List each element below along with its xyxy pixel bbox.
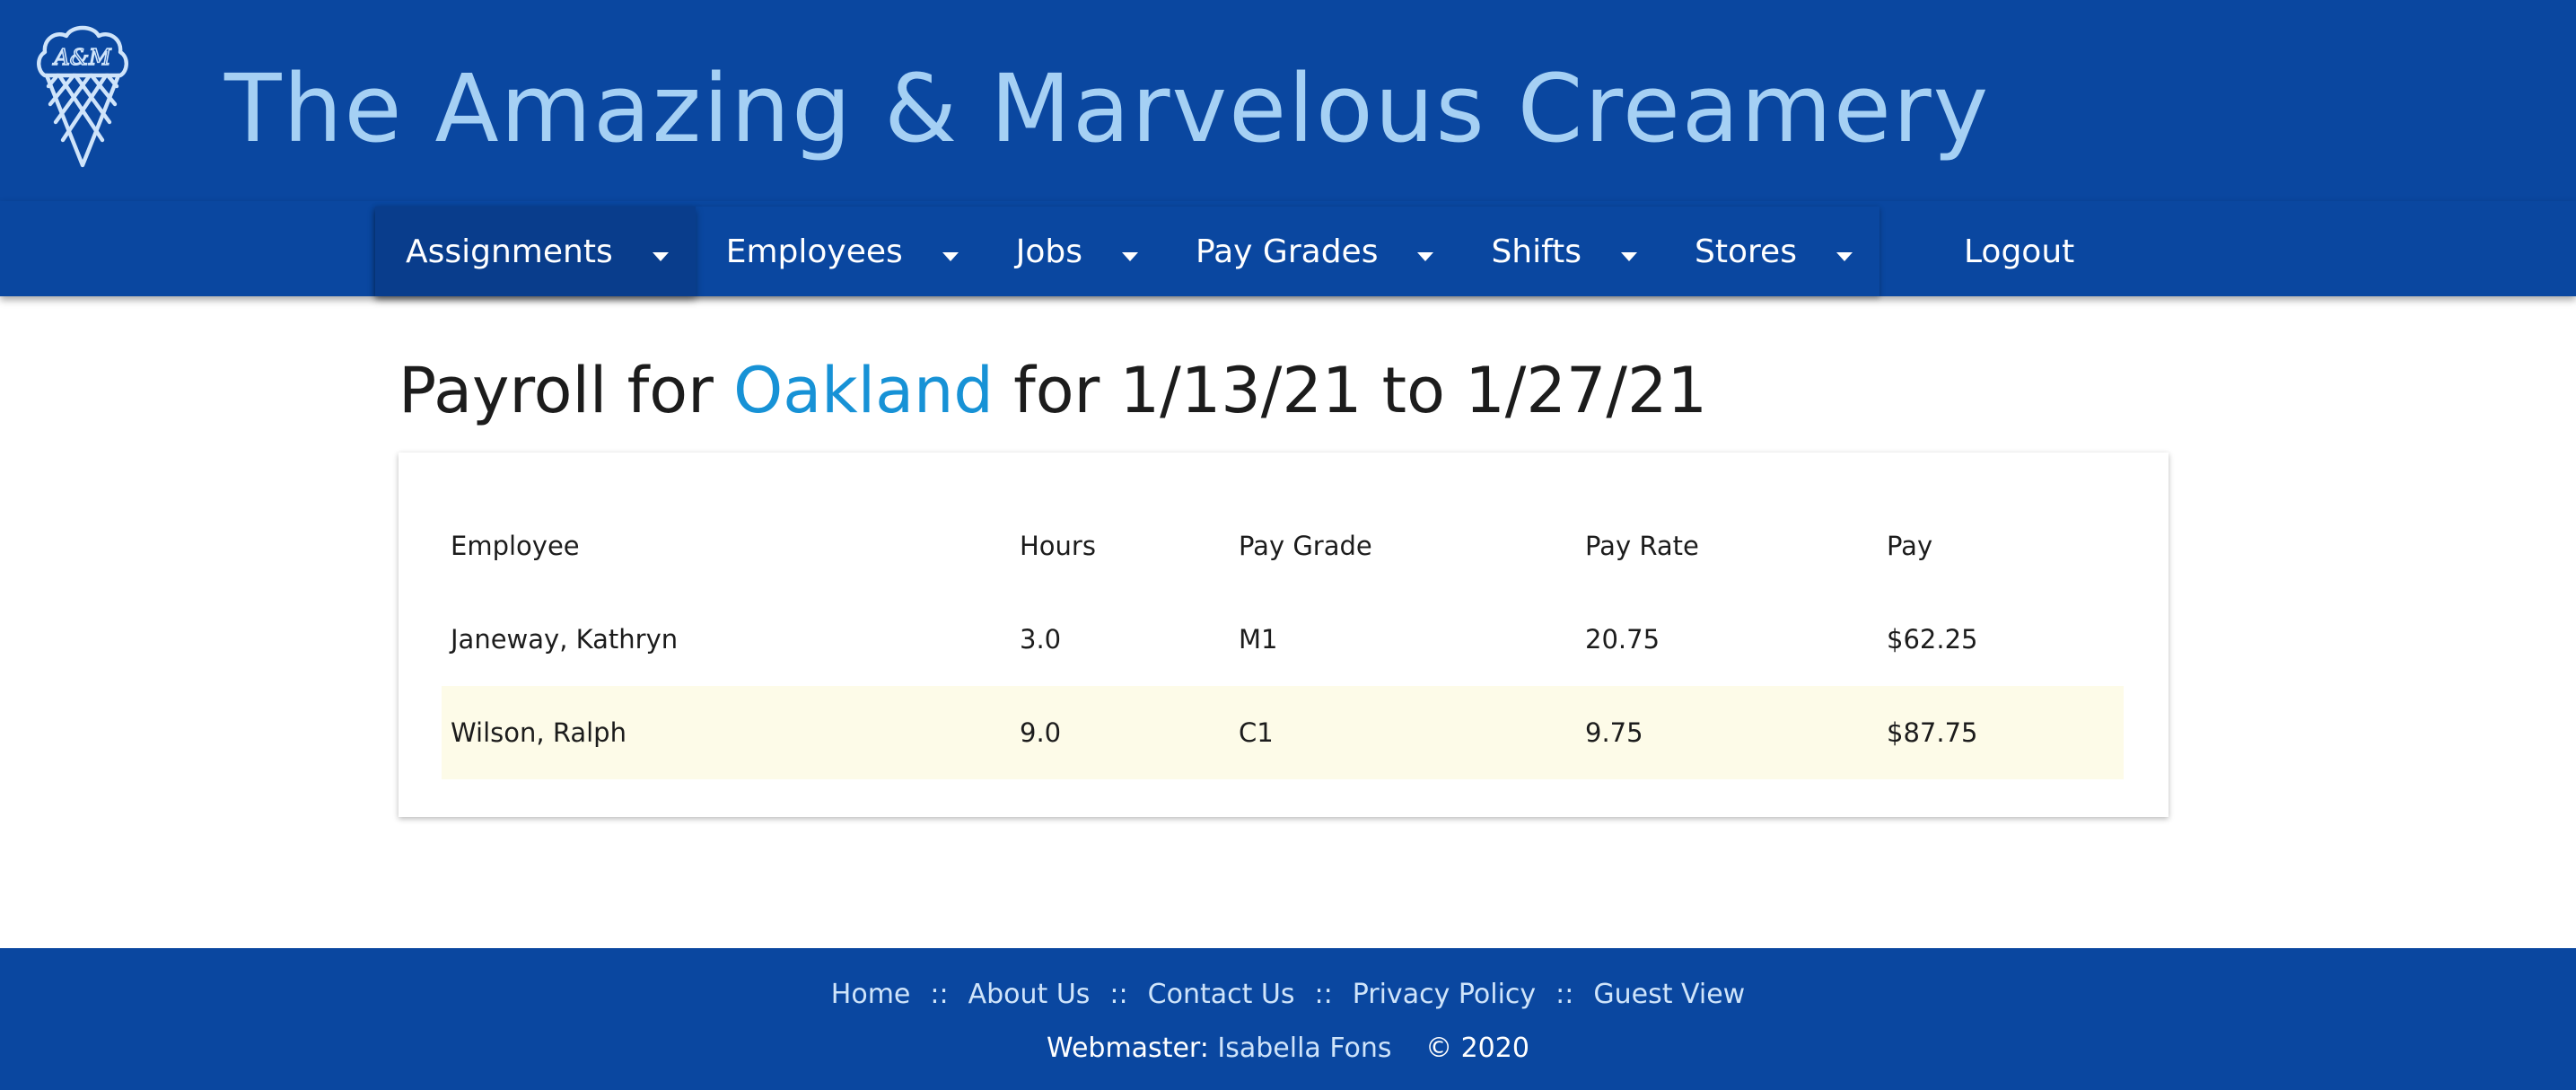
cell-pay: $62.25 — [1887, 624, 1978, 655]
footer-credit: Webmaster: Isabella Fons © 2020 — [0, 1033, 2576, 1064]
nav-item-label: Jobs — [1015, 233, 1083, 270]
cell-employee: Janeway, Kathryn — [451, 624, 679, 655]
nav-item-label: Shifts — [1491, 233, 1582, 270]
main-nav: Assignments Employees Jobs Pay Grades Sh… — [0, 201, 2576, 296]
cell-hours: 3.0 — [1020, 624, 1062, 655]
footer-link-privacy-policy[interactable]: Privacy Policy — [1353, 979, 1536, 1010]
cell-hours: 9.0 — [1011, 686, 1230, 779]
store-link[interactable]: Oakland — [733, 354, 994, 427]
site-footer: Home:: About Us:: Contact Us:: Privacy Poli… — [0, 948, 2576, 1090]
column-header-pay-grade: Pay Grade — [1239, 531, 1372, 561]
table-row: Wilson, Ralph 9.0 C1 9.75 $87.75 — [442, 686, 2124, 779]
footer-separator: :: — [1314, 979, 1333, 1010]
caret-down-icon — [1122, 252, 1139, 261]
site-header: A&M The Amazing & Marvelous Creamery — [0, 0, 2576, 201]
nav-item-label: Pay Grades — [1196, 233, 1379, 270]
caret-down-icon — [1621, 252, 1638, 261]
footer-link-guest-view[interactable]: Guest View — [1593, 979, 1745, 1010]
page-title-suffix: for 1/13/21 to 1/27/21 — [1013, 354, 1708, 427]
nav-item-shifts[interactable]: Shifts — [1460, 207, 1664, 296]
nav-item-label: Stores — [1695, 233, 1797, 270]
payroll-table: Employee Hours Pay Grade Pay Rate Pay Ja… — [442, 499, 2124, 779]
payroll-card: Employee Hours Pay Grade Pay Rate Pay Ja… — [399, 453, 2169, 817]
footer-link-contact-us[interactable]: Contact Us — [1148, 979, 1295, 1010]
page-title-prefix: Payroll for — [399, 354, 714, 427]
column-header-hours: Hours — [1020, 531, 1096, 561]
site-title: The Amazing & Marvelous Creamery — [224, 54, 1991, 163]
nav-item-stores[interactable]: Stores — [1664, 207, 1879, 296]
copyright-text: © 2020 — [1425, 1033, 1529, 1064]
table-header-row: Employee Hours Pay Grade Pay Rate Pay — [442, 499, 2124, 593]
table-row: Janeway, Kathryn 3.0 M1 20.75 $62.25 — [442, 593, 2124, 686]
nav-item-assignments[interactable]: Assignments — [375, 207, 696, 296]
page-title: Payroll for Oakland for 1/13/21 to 1/27/… — [399, 354, 1707, 427]
nav-menu-group: Assignments Employees Jobs Pay Grades Sh… — [375, 207, 1879, 296]
column-header-employee: Employee — [451, 531, 580, 561]
caret-down-icon — [1836, 252, 1853, 261]
column-header-pay: Pay — [1887, 531, 1933, 561]
cell-pay-rate: 20.75 — [1585, 624, 1660, 655]
cell-pay: $87.75 — [1878, 686, 2124, 779]
cell-pay-grade: M1 — [1239, 624, 1278, 655]
footer-separator: :: — [1109, 979, 1128, 1010]
nav-item-employees[interactable]: Employees — [696, 207, 986, 296]
cell-pay-rate: 9.75 — [1576, 686, 1878, 779]
caret-down-icon — [1417, 252, 1434, 261]
footer-separator: :: — [1555, 979, 1574, 1010]
webmaster-label: Webmaster: — [1047, 1033, 1209, 1064]
nav-item-label: Assignments — [406, 233, 613, 270]
logo-text: A&M — [52, 45, 112, 70]
nav-item-jobs[interactable]: Jobs — [986, 207, 1165, 296]
logout-link[interactable]: Logout — [1964, 207, 2074, 296]
cell-pay-grade: C1 — [1230, 686, 1576, 779]
webmaster-link[interactable]: Isabella Fons — [1217, 1033, 1391, 1064]
footer-separator: :: — [930, 979, 949, 1010]
column-header-pay-rate: Pay Rate — [1585, 531, 1699, 561]
cell-employee: Wilson, Ralph — [442, 686, 1011, 779]
nav-item-label: Employees — [725, 233, 903, 270]
caret-down-icon — [652, 252, 669, 261]
nav-item-pay-grades[interactable]: Pay Grades — [1165, 207, 1460, 296]
footer-link-about-us[interactable]: About Us — [968, 979, 1091, 1010]
footer-links: Home:: About Us:: Contact Us:: Privacy Poli… — [0, 979, 2576, 1010]
caret-down-icon — [942, 252, 959, 261]
ice-cream-cone-icon[interactable]: A&M — [27, 22, 138, 172]
footer-link-home[interactable]: Home — [831, 979, 911, 1010]
